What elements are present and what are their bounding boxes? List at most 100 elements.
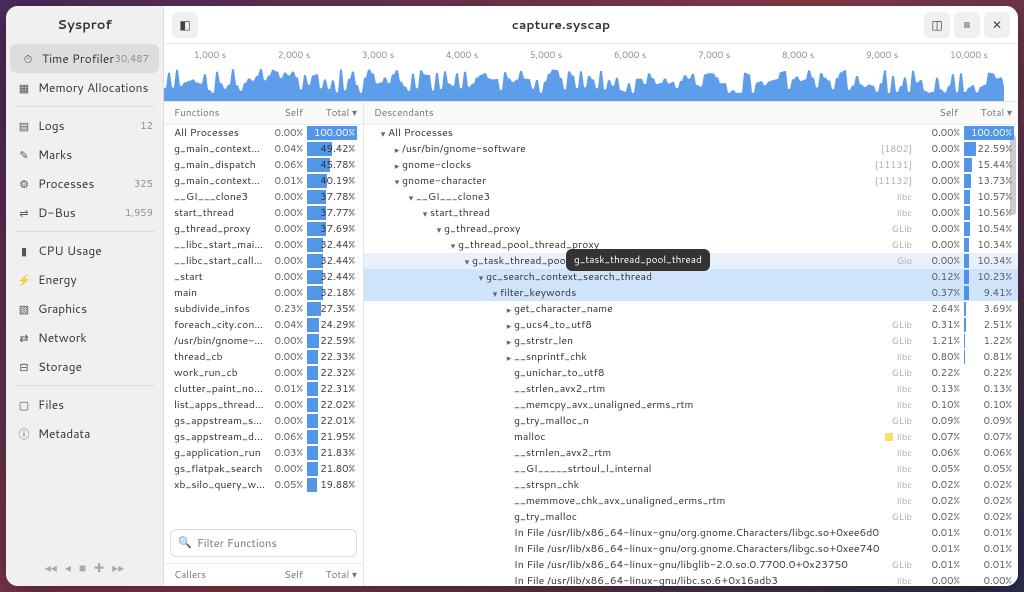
expand-icon[interactable]: ▾ [448,239,458,252]
sidebar-item-time-profiler[interactable]: ⏱Time Profiler30,487 [10,44,159,73]
function-row[interactable]: gs_appstream_search0.00%22.01% [164,413,363,429]
expand-icon[interactable]: ▸ [504,351,514,364]
functions-header[interactable]: Functions [174,106,261,120]
sidebar-item-files[interactable]: ▢Files [6,390,163,419]
add-icon[interactable]: ✚ [94,559,104,576]
expand-icon[interactable]: ▸ [392,159,402,172]
expand-icon[interactable]: ▸ [504,335,514,348]
descendant-row[interactable]: ▸/usr/bin/gnome-software[1802]0.00%22.59… [364,141,1018,157]
split-button[interactable]: ◫ [924,12,950,38]
expand-icon[interactable]: ▾ [462,255,472,268]
sidebar-item-metadata[interactable]: ⓘMetadata [6,419,163,448]
function-row[interactable]: gs_appstream_do_se0.06%21.95% [164,429,363,445]
sidebar-item-cpu-usage[interactable]: ▮CPU Usage [6,236,163,265]
energy-icon: ⚡ [16,272,32,288]
function-row[interactable]: __libc_start_main@G0.00%32.44% [164,237,363,253]
window-title: capture.syscap [200,16,922,34]
function-row[interactable]: _start0.00%32.44% [164,269,363,285]
timeline[interactable]: 1,000 s2,000 s3,000 s4,000 s5,000 s6,000… [164,44,1018,102]
descendant-row[interactable]: ▸g_ucs4_to_utf8GLib0.31%2.51% [364,317,1018,333]
descendants-header[interactable]: Descendants [374,106,916,120]
expand-icon[interactable]: ▸ [392,143,402,156]
expand-icon[interactable]: ▾ [420,207,430,220]
function-row[interactable]: __libc_start_call_mai0.00%32.44% [164,253,363,269]
function-row[interactable]: g_main_dispatch0.06%45.78% [164,157,363,173]
sidebar-item-processes[interactable]: ⚙Processes325 [6,169,163,198]
expand-icon[interactable]: ▾ [392,175,402,188]
panel-toggle-button[interactable]: ◧ [172,12,198,38]
function-row[interactable]: xb_silo_query_with_r0.05%19.88% [164,477,363,493]
function-row[interactable]: list_apps_thread_cb0.00%22.02% [164,397,363,413]
logs-icon: ▤ [16,118,32,134]
descendant-row[interactable]: __memcpy_avx_unaligned_erms_rtmlibc0.10%… [364,397,1018,413]
expand-icon[interactable]: ▸ [504,303,514,316]
descendant-row[interactable]: ▾gc_search_context_search_thread0.12%10.… [364,269,1018,285]
function-row[interactable]: foreach_city.constprc0.04%24.29% [164,317,363,333]
storage-icon: ⊟ [16,359,32,375]
function-row[interactable]: clutter_paint_node_p0.01%22.31% [164,381,363,397]
sidebar-item-memory-allocations[interactable]: ▦Memory Allocations [6,73,163,102]
descendant-row[interactable]: __strspn_chklibc0.02%0.02% [364,477,1018,493]
function-row[interactable]: thread_cb0.00%22.33% [164,349,363,365]
metadata-icon: ⓘ [16,426,32,442]
descendant-row[interactable]: ▸get_character_name2.64%3.69% [364,301,1018,317]
function-row[interactable]: g_main_context_itera0.04%49.42% [164,141,363,157]
expand-icon[interactable]: ▾ [378,127,388,140]
close-button[interactable]: ✕ [984,12,1010,38]
descendant-row[interactable]: In File /usr/lib/x86_64-linux-gnu/libc.s… [364,573,1018,586]
descendant-row[interactable]: ▾filter_keywords0.37%9.41% [364,285,1018,301]
descendant-row[interactable]: g_try_malloc_nGLib0.09%0.09% [364,413,1018,429]
descendant-row[interactable]: ▾start_threadlibc0.00%10.56% [364,205,1018,221]
expand-icon[interactable]: ▸ [504,319,514,332]
prev-icon[interactable]: ◂ [65,559,71,576]
function-row[interactable]: work_run_cb0.00%22.32% [164,365,363,381]
forward-icon[interactable]: ▸▸ [112,559,124,576]
rewind-icon[interactable]: ◂◂ [45,559,57,576]
function-row[interactable]: gs_flatpak_search0.00%21.80% [164,461,363,477]
descendant-row[interactable]: In File /usr/lib/x86_64-linux-gnu/org.gn… [364,525,1018,541]
function-row[interactable]: g_thread_proxy0.00%37.69% [164,221,363,237]
sidebar-item-d-bus[interactable]: ⇌D-Bus1,959 [6,198,163,227]
function-row[interactable]: g_main_context_itera0.01%40.19% [164,173,363,189]
descendant-row[interactable]: g_try_mallocGLib0.02%0.02% [364,509,1018,525]
function-row[interactable]: main0.00%32.18% [164,285,363,301]
descendant-row[interactable]: __strlen_avx2_rtmlibc0.13%0.13% [364,381,1018,397]
sidebar-item-marks[interactable]: ✎Marks [6,140,163,169]
descendant-row[interactable]: g_unichar_to_utf8GLib0.22%0.22% [364,365,1018,381]
descendant-row[interactable]: ▾gnome-character[11132]0.00%13.73% [364,173,1018,189]
expand-icon[interactable]: ▾ [476,271,486,284]
callers-header[interactable]: Callers [174,568,284,582]
filter-input[interactable] [170,529,357,557]
sidebar-item-storage[interactable]: ⊟Storage [6,352,163,381]
descendant-row[interactable]: ▾g_thread_proxyGLib0.00%10.54% [364,221,1018,237]
function-row[interactable]: subdivide_infos0.23%27.35% [164,301,363,317]
expand-icon[interactable]: ▾ [406,191,416,204]
descendant-row[interactable]: __strnlen_avx2_rtmlibc0.06%0.06% [364,445,1018,461]
sidebar-item-graphics[interactable]: ▧Graphics [6,294,163,323]
sidebar-item-logs[interactable]: ▤Logs12 [6,111,163,140]
expand-icon[interactable]: ▾ [434,223,444,236]
memory allocations-icon: ▦ [16,80,32,96]
descendant-row[interactable]: ▸gnome-clocks[11131]0.00%15.44% [364,157,1018,173]
sidebar-item-network[interactable]: ⇄Network [6,323,163,352]
function-row[interactable]: All Processes0.00%100.00% [164,125,363,141]
function-row[interactable]: g_application_run0.03%21.83% [164,445,363,461]
descendant-row[interactable]: __GI_____strtoul_l_internallibc0.05%0.05… [364,461,1018,477]
expand-icon[interactable]: ▾ [490,287,500,300]
descendant-row[interactable]: In File /usr/lib/x86_64-linux-gnu/org.gn… [364,541,1018,557]
descendant-row[interactable]: ▸g_strstr_lenGLib1.21%1.22% [364,333,1018,349]
descendant-row[interactable]: malloclibc0.07%0.07% [364,429,1018,445]
function-row[interactable]: __GI___clone30.00%37.78% [164,189,363,205]
descendant-row[interactable]: __memmove_chk_avx_unaligned_erms_rtmlibc… [364,493,1018,509]
menu-button[interactable]: ≡ [954,12,980,38]
descendant-row[interactable]: ▾All Processes0.00%100.00% [364,125,1018,141]
function-row[interactable]: start_thread0.00%37.77% [164,205,363,221]
graphics-icon: ▧ [16,301,32,317]
descendant-row[interactable]: In File /usr/lib/x86_64-linux-gnu/libgli… [364,557,1018,573]
function-row[interactable]: /usr/bin/gnome-softw0.00%22.59% [164,333,363,349]
stop-icon[interactable]: ■ [79,559,86,576]
descendant-row[interactable]: ▾__GI___clone3libc0.00%10.57% [364,189,1018,205]
timeline-wave [164,65,1004,101]
descendant-row[interactable]: ▸__snprintf_chklibc0.80%0.81% [364,349,1018,365]
sidebar-item-energy[interactable]: ⚡Energy [6,265,163,294]
